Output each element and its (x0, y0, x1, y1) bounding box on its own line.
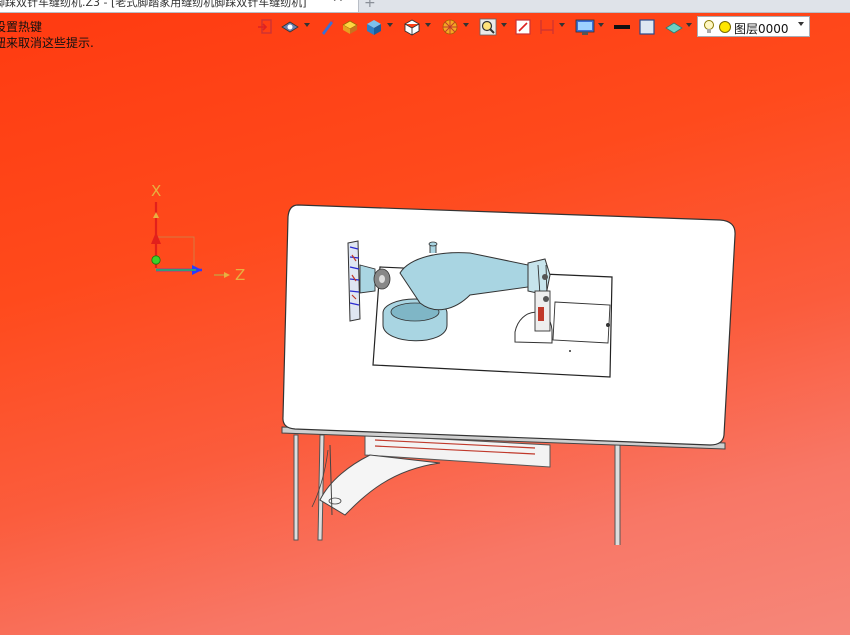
chevron-down-icon[interactable] (304, 23, 310, 27)
tab-bar: 脚踩双针车缝纫机.Z3 - [老式脚踏家用缝纫机脚踩双针车缝纫机] ✕ + (0, 0, 850, 13)
document-tab-title: 脚踩双针车缝纫机.Z3 - [老式脚踏家用缝纫机脚踩双针车缝纫机] (0, 0, 307, 9)
lightbulb-icon[interactable] (702, 19, 716, 35)
color-swatch-icon[interactable] (638, 17, 656, 37)
z-axis-label: Z (235, 266, 245, 284)
pen-icon[interactable] (318, 17, 336, 37)
model-view[interactable] (270, 195, 750, 545)
exit-icon[interactable] (256, 17, 274, 37)
toolbar: 图层0000 (254, 15, 816, 39)
chevron-down-icon[interactable] (798, 22, 804, 26)
close-icon[interactable]: ✕ (332, 0, 344, 5)
sketch-icon[interactable] (514, 17, 532, 37)
chevron-down-icon[interactable] (686, 23, 692, 27)
treadle-frame (311, 434, 551, 516)
hint-line-1: 设置热键 (0, 20, 43, 34)
render-icon[interactable] (440, 17, 460, 37)
chevron-down-icon[interactable] (559, 23, 565, 27)
layer-color-icon[interactable] (718, 20, 732, 34)
chevron-down-icon[interactable] (387, 23, 393, 27)
x-axis-label: X (151, 182, 161, 200)
hint-line-2: 钮来取消这些提示. (0, 36, 94, 50)
document-tab[interactable]: 脚踩双针车缝纫机.Z3 - [老式脚踏家用缝纫机脚踩双针车缝纫机] ✕ (0, 0, 359, 12)
chevron-down-icon[interactable] (598, 23, 604, 27)
zoom-icon[interactable] (478, 17, 498, 37)
dimension-icon[interactable] (538, 17, 556, 37)
cube-icon[interactable] (364, 17, 384, 37)
chevron-down-icon[interactable] (501, 23, 507, 27)
chevron-down-icon[interactable] (425, 23, 431, 27)
display-icon[interactable] (574, 17, 596, 37)
coordinate-triad: X Z (151, 182, 245, 284)
plus-icon[interactable]: + (364, 0, 376, 11)
layer-select-value: 图层0000 (734, 22, 789, 36)
chevron-down-icon[interactable] (463, 23, 469, 27)
line-style-icon[interactable] (612, 17, 632, 37)
layer-select[interactable]: 图层0000 (697, 16, 810, 37)
wireframe-icon[interactable] (402, 17, 422, 37)
material-icon[interactable] (664, 17, 684, 37)
view-icon[interactable] (280, 17, 302, 37)
box-icon[interactable] (340, 17, 360, 37)
